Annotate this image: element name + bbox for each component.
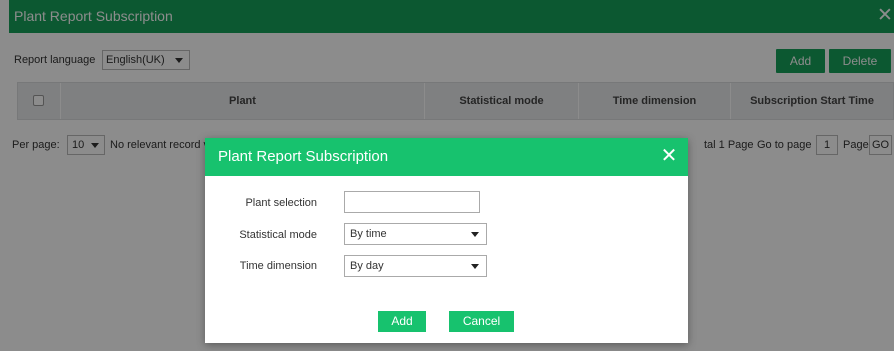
- chevron-down-icon: [471, 264, 479, 269]
- chevron-down-icon: [471, 232, 479, 237]
- dialog-title: Plant Report Subscription: [218, 148, 389, 165]
- plant-selection-label: Plant selection: [245, 197, 317, 209]
- plant-selection-input[interactable]: [344, 191, 480, 213]
- dialog-add-button[interactable]: Add: [378, 311, 426, 332]
- time-dimension-select[interactable]: By day: [344, 255, 487, 277]
- time-dimension-value: By day: [350, 260, 384, 272]
- dialog-cancel-button[interactable]: Cancel: [449, 311, 514, 332]
- dialog-header: Plant Report Subscription: [205, 138, 688, 176]
- statistical-mode-label: Statistical mode: [239, 229, 317, 241]
- statistical-mode-select[interactable]: By time: [344, 223, 487, 245]
- dialog-close-icon[interactable]: ✕: [660, 138, 678, 176]
- time-dimension-label: Time dimension: [239, 260, 317, 272]
- statistical-mode-value: By time: [350, 228, 387, 240]
- subscription-dialog: Plant Report Subscription ✕ Plant select…: [205, 138, 688, 343]
